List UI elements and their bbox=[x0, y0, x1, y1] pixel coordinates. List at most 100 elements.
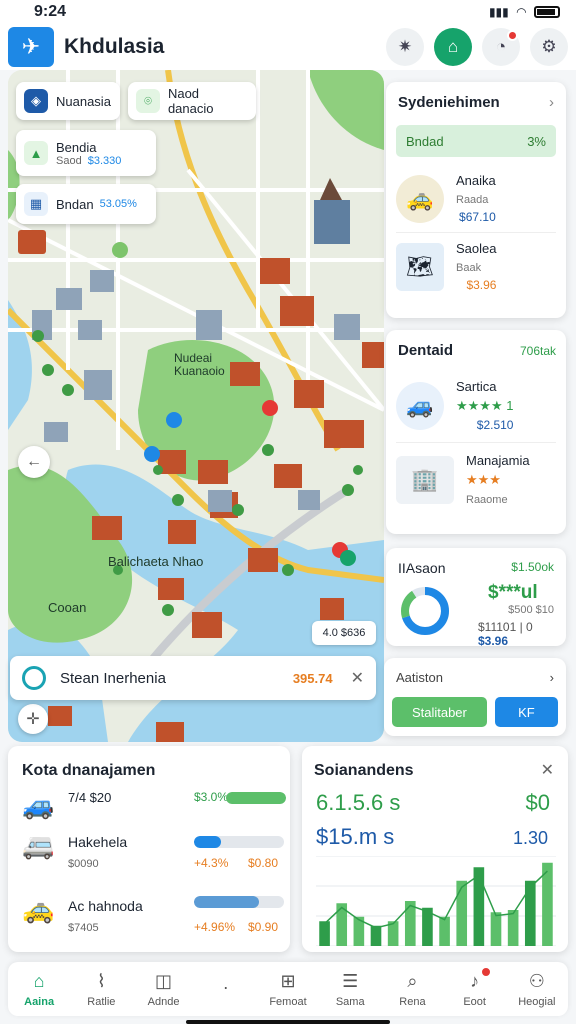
map-chip-nuanasia[interactable]: ◈ Nuanasia bbox=[16, 82, 120, 120]
fleet-row-pct: $3.0% bbox=[194, 790, 229, 804]
chevron-right-icon[interactable]: › bbox=[550, 670, 554, 685]
stats-footer-prefix: $11101 | 0 bbox=[478, 620, 533, 634]
list-item-value: $67.10 bbox=[459, 210, 496, 224]
start-button[interactable]: Stalitaber bbox=[392, 697, 487, 727]
map-view[interactable]: ◈ Nuanasia ⌾ Naod danacio ▲ Bendia Saod … bbox=[8, 70, 384, 742]
people-icon: ⚇ bbox=[528, 970, 545, 991]
plane-icon[interactable]: ✈ bbox=[8, 27, 54, 67]
status-time: 9:24 bbox=[34, 3, 67, 20]
bug-icon[interactable]: ✷ bbox=[386, 28, 424, 66]
fleet-row[interactable]: 🚕 Ac hahnoda $7405 +4.96% $0.90 bbox=[22, 890, 284, 940]
chevron-right-icon[interactable]: › bbox=[549, 94, 554, 111]
map-label-park: Nudeai Kuanaoio bbox=[174, 351, 225, 378]
fleet-row[interactable]: 🚐 Hakehela $0090 +4.3% $0.80 bbox=[22, 826, 284, 876]
map-chip-bendia[interactable]: ▲ Bendia Saod $3.330 bbox=[16, 130, 156, 176]
fleet-row-pct: +4.96% bbox=[194, 920, 236, 934]
close-icon[interactable]: ✕ bbox=[541, 760, 554, 780]
action-panel: Aatiston › Stalitaber KF bbox=[384, 658, 566, 736]
summary-label: Bndad bbox=[406, 133, 444, 149]
fleet-row-value: $0.90 bbox=[247, 920, 278, 934]
tab-adnde[interactable]: ◫ Adnde bbox=[132, 962, 194, 1016]
map-chip-label: Bndan bbox=[56, 196, 94, 212]
dot-icon: · bbox=[222, 976, 229, 997]
panel-title: Aatiston bbox=[396, 670, 443, 685]
map-label-area: Balichaeta Nhao bbox=[108, 554, 204, 569]
panel-tag: 706tak bbox=[519, 343, 556, 358]
sidebar-panel: Sydeniehimen › Bndad 3% 🚕 Anaika Raada $… bbox=[386, 82, 566, 318]
donut-chart bbox=[401, 587, 449, 635]
signal-icon: ▮▮▮ bbox=[488, 5, 509, 19]
chart-bar bbox=[319, 921, 330, 946]
map-chip-sub: Saod bbox=[56, 154, 82, 167]
tab-heogial[interactable]: ⚇ Heogial bbox=[506, 962, 568, 1016]
list-item-name: Manajamia bbox=[466, 453, 530, 468]
search-icon: ⌕ bbox=[407, 970, 418, 991]
compass-icon: ◈ bbox=[24, 89, 48, 113]
chart-bar bbox=[404, 901, 416, 946]
tab-label: Eoot bbox=[463, 995, 486, 1008]
divider bbox=[396, 232, 556, 233]
tab-eoot[interactable]: ♪ Eoot bbox=[444, 962, 506, 1016]
tab-item-3[interactable]: · bbox=[195, 962, 257, 1016]
summary-percent: 3% bbox=[527, 133, 546, 149]
tab-ratlie[interactable]: ⌇ Ratlie bbox=[70, 962, 132, 1016]
close-icon[interactable]: ✕ bbox=[351, 668, 364, 688]
panel-header: Sydeniehimen › bbox=[386, 82, 566, 111]
tab-label: Rena bbox=[399, 995, 426, 1008]
chart-value-2: $15.m s bbox=[316, 824, 395, 849]
list-item[interactable]: 🗺 Saolea Baak $3.96 bbox=[386, 241, 566, 292]
demand-panel: Dentaid 706tak 🚙 Sartica ★★★★ 1 $2.510 🏢… bbox=[386, 330, 566, 534]
list-item-text: Manajamia ★★★ Raaome bbox=[466, 453, 530, 506]
list-item-sub: Raada bbox=[456, 194, 489, 206]
settings-icon[interactable]: ⚙ bbox=[530, 28, 568, 66]
rating-stars: ★★★★ 1 bbox=[456, 398, 514, 413]
map-chip-naod[interactable]: ⌾ Naod danacio bbox=[128, 82, 256, 120]
list-item[interactable]: 🚙 Sartica ★★★★ 1 $2.510 bbox=[386, 379, 566, 432]
notification-badge bbox=[507, 30, 518, 41]
list-icon: ☰ bbox=[342, 970, 359, 991]
fleet-row-name: Hakehela bbox=[68, 834, 128, 850]
secondary-button[interactable]: KF bbox=[494, 697, 558, 727]
map-chip-label: Bendia bbox=[56, 139, 97, 155]
divider bbox=[396, 442, 556, 443]
tab-rena[interactable]: ⌕ Rena bbox=[381, 962, 443, 1016]
add-icon: ⊞ bbox=[280, 970, 296, 991]
chart-bar bbox=[490, 912, 502, 946]
map-chip-bndan[interactable]: ▦ Bndan 53.05% bbox=[16, 184, 156, 224]
list-item[interactable]: 🚕 Anaika Raada $67.10 bbox=[386, 173, 566, 224]
back-arrow-icon[interactable]: ← bbox=[18, 446, 50, 478]
map-chip-label: Nuanasia bbox=[56, 93, 111, 109]
chart-bar bbox=[439, 916, 450, 946]
summary-bar: Bndad 3% bbox=[396, 125, 556, 157]
chart-bar bbox=[507, 910, 519, 946]
map-chip-meta: Saod $3.330 bbox=[56, 155, 121, 167]
location-label: Stean Inerhenia bbox=[60, 669, 166, 687]
tab-sama[interactable]: ☰ Sama bbox=[319, 962, 381, 1016]
list-item-sub: Baak bbox=[456, 262, 482, 274]
building-icon: ▦ bbox=[24, 192, 48, 216]
list-item-text: Sartica ★★★★ 1 $2.510 bbox=[456, 379, 513, 432]
list-item[interactable]: 🏢 Manajamia ★★★ Raaome bbox=[386, 453, 566, 506]
tab-aaina[interactable]: ⌂ Aaina bbox=[8, 962, 70, 1016]
location-bar[interactable]: Stean Inerhenia 395.74 ✕ bbox=[10, 656, 376, 700]
tab-femoat[interactable]: ⊞ Femoat bbox=[257, 962, 319, 1016]
route-icon: ⌇ bbox=[96, 970, 106, 991]
panel-header: Dentaid 706tak bbox=[386, 330, 566, 359]
card-title: Soianandens bbox=[314, 762, 414, 779]
fleet-row-bar bbox=[194, 896, 284, 908]
bottom-tab-bar: ⌂ Aaina ⌇ Ratlie ◫ Adnde · ⊞ Femoat ☰ Sama ⌕ Rena ♪ Eo… bbox=[8, 962, 568, 1016]
list-item-sub: Raaome bbox=[466, 494, 508, 506]
fleet-bar-fill bbox=[226, 792, 286, 804]
notification-icon[interactable]: ◔ bbox=[482, 28, 520, 66]
tab-label: Femoat bbox=[269, 995, 307, 1008]
list-item-value: $3.96 bbox=[466, 278, 497, 292]
map-chip-value: 53.05% bbox=[99, 198, 137, 210]
fleet-row-sub: $0090 bbox=[68, 858, 99, 870]
list-item-name: Sartica bbox=[456, 379, 497, 394]
car-icon: 🚙 bbox=[396, 381, 444, 430]
recenter-icon[interactable]: ✛ bbox=[18, 704, 48, 734]
fleet-row-name: 7/4 $20 bbox=[68, 790, 112, 805]
tab-label: Sama bbox=[335, 995, 365, 1008]
home-icon[interactable]: ⌂ bbox=[434, 28, 472, 66]
chart-bar bbox=[456, 880, 468, 946]
